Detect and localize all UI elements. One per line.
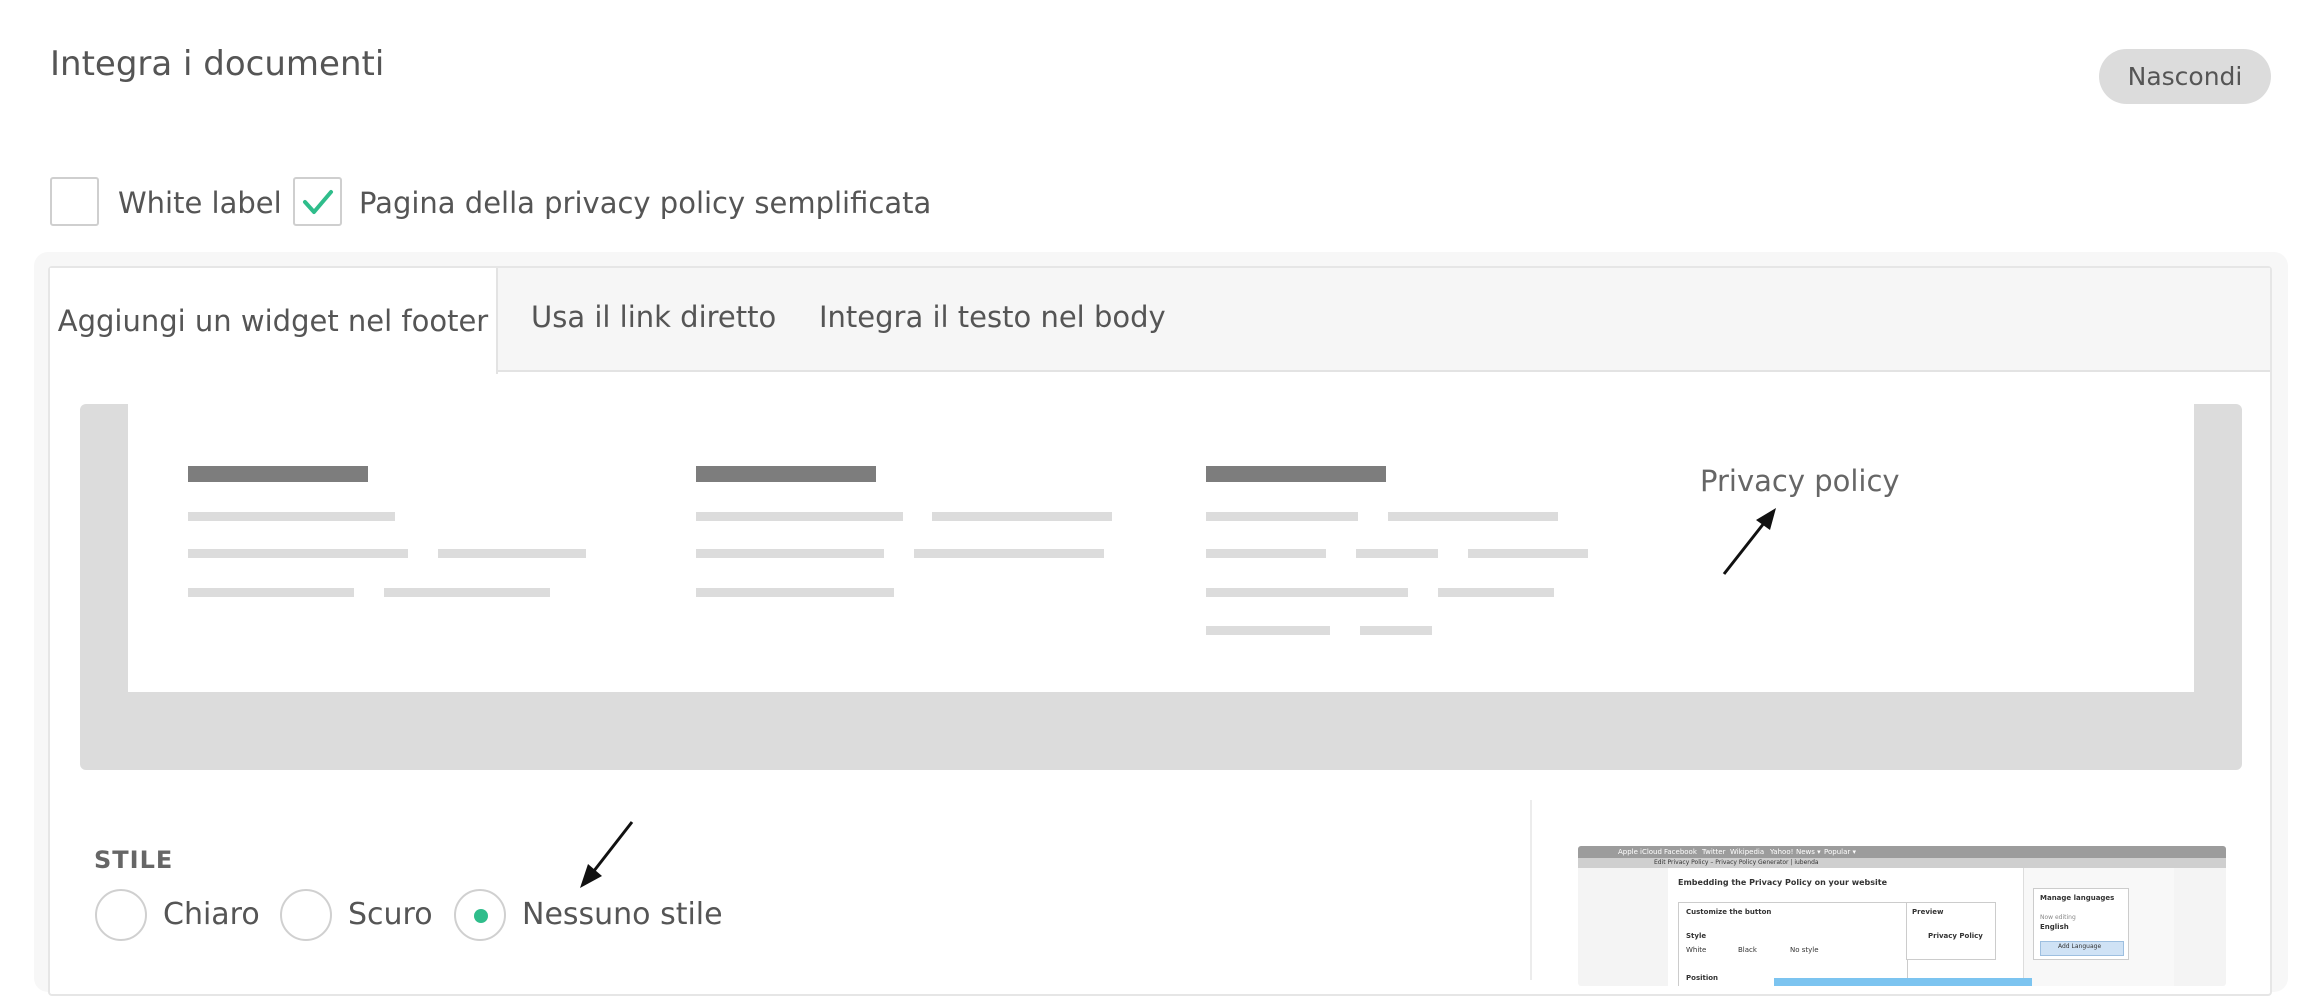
thumbnail-menu-item: Popular ▾ — [1824, 848, 1856, 856]
thumbnail-position-label: Position — [1686, 974, 1719, 982]
thumbnail-menu-item: Wikipedia — [1730, 848, 1765, 856]
arrow-up-right-icon — [1722, 508, 1776, 575]
style-light-label[interactable]: Chiaro — [163, 897, 260, 932]
white-label-label[interactable]: White label — [118, 186, 282, 220]
thumbnail-now-editing-value: English — [2040, 923, 2069, 931]
placeholder-line — [1360, 626, 1432, 635]
placeholder-line — [1206, 549, 1326, 558]
placeholder-line — [1388, 512, 1558, 521]
thumbnail-style-option: White — [1686, 946, 1707, 954]
placeholder-line — [188, 588, 354, 597]
style-dark-radio[interactable] — [280, 889, 332, 941]
section-divider — [1530, 800, 1532, 980]
thumbnail-now-editing-label: Now editing — [2040, 914, 2076, 921]
thumbnail-tab-title: Edit Privacy Policy – Privacy Policy Gen… — [1654, 859, 1819, 866]
style-dark-label[interactable]: Scuro — [348, 897, 433, 932]
thumbnail-heading: Embedding the Privacy Policy on your web… — [1678, 878, 1887, 887]
placeholder-line — [696, 549, 884, 558]
placeholder-line — [696, 588, 894, 597]
radio-selected-dot — [474, 909, 488, 923]
thumbnail-menu-item: Apple — [1618, 848, 1638, 856]
simplified-policy-label[interactable]: Pagina della privacy policy semplificata — [359, 186, 931, 220]
placeholder-line — [932, 512, 1112, 521]
thumbnail-style-label: Style — [1686, 932, 1707, 940]
placeholder-line — [1206, 588, 1408, 597]
preview-thumbnail: Apple iCloud Facebook Twitter Wikipedia … — [1578, 846, 2226, 986]
tab-direct-link[interactable]: Usa il link diretto — [531, 300, 776, 334]
thumbnail-customize-label: Customize the button — [1686, 908, 1772, 916]
style-none-label[interactable]: Nessuno stile — [522, 897, 723, 932]
thumbnail-progress-bar — [1774, 978, 2032, 986]
thumbnail-menu-item: News ▾ — [1796, 848, 1821, 856]
thumbnail-menu-item: iCloud — [1640, 848, 1662, 856]
tab-body-text[interactable]: Integra il testo nel body — [819, 300, 1166, 334]
thumbnail-menu-item: Facebook — [1664, 848, 1697, 856]
placeholder-line — [1356, 549, 1438, 558]
placeholder-line — [1438, 588, 1554, 597]
style-light-radio[interactable] — [95, 889, 147, 941]
thumbnail-manage-languages: Manage languages — [2040, 894, 2115, 902]
thumbnail-preview-label: Preview — [1912, 908, 1944, 916]
placeholder-heading — [188, 466, 368, 482]
thumbnail-style-option: No style — [1790, 946, 1819, 954]
placeholder-line — [384, 588, 550, 597]
hide-button[interactable]: Nascondi — [2099, 49, 2271, 104]
simplified-policy-checkbox[interactable] — [293, 177, 342, 226]
placeholder-line — [1206, 512, 1358, 521]
placeholder-line — [914, 549, 1104, 558]
style-none-radio[interactable] — [454, 889, 506, 941]
thumbnail-style-option: Black — [1738, 946, 1757, 954]
placeholder-line — [696, 512, 903, 521]
privacy-policy-link-preview: Privacy policy — [1700, 464, 1900, 498]
checkmark-icon — [303, 190, 333, 214]
placeholder-line — [188, 549, 408, 558]
footer-preview-content — [128, 404, 2194, 692]
arrow-down-left-icon — [580, 821, 634, 888]
thumbnail-menu-item: Twitter — [1702, 848, 1726, 856]
page-title: Integra i documenti — [50, 44, 385, 84]
placeholder-heading — [696, 466, 876, 482]
style-section-title: STILE — [94, 846, 174, 874]
placeholder-line — [438, 549, 586, 558]
thumbnail-menu-item: Yahoo! — [1770, 848, 1794, 856]
white-label-checkbox[interactable] — [50, 177, 99, 226]
placeholder-heading — [1206, 466, 1386, 482]
thumbnail-add-language-label: Add Language — [2058, 943, 2102, 950]
placeholder-line — [1206, 626, 1330, 635]
placeholder-line — [1468, 549, 1588, 558]
tab-footer-widget[interactable]: Aggiungi un widget nel footer — [50, 268, 498, 374]
placeholder-line — [188, 512, 395, 521]
thumbnail-preview-link: Privacy Policy — [1928, 932, 1983, 940]
